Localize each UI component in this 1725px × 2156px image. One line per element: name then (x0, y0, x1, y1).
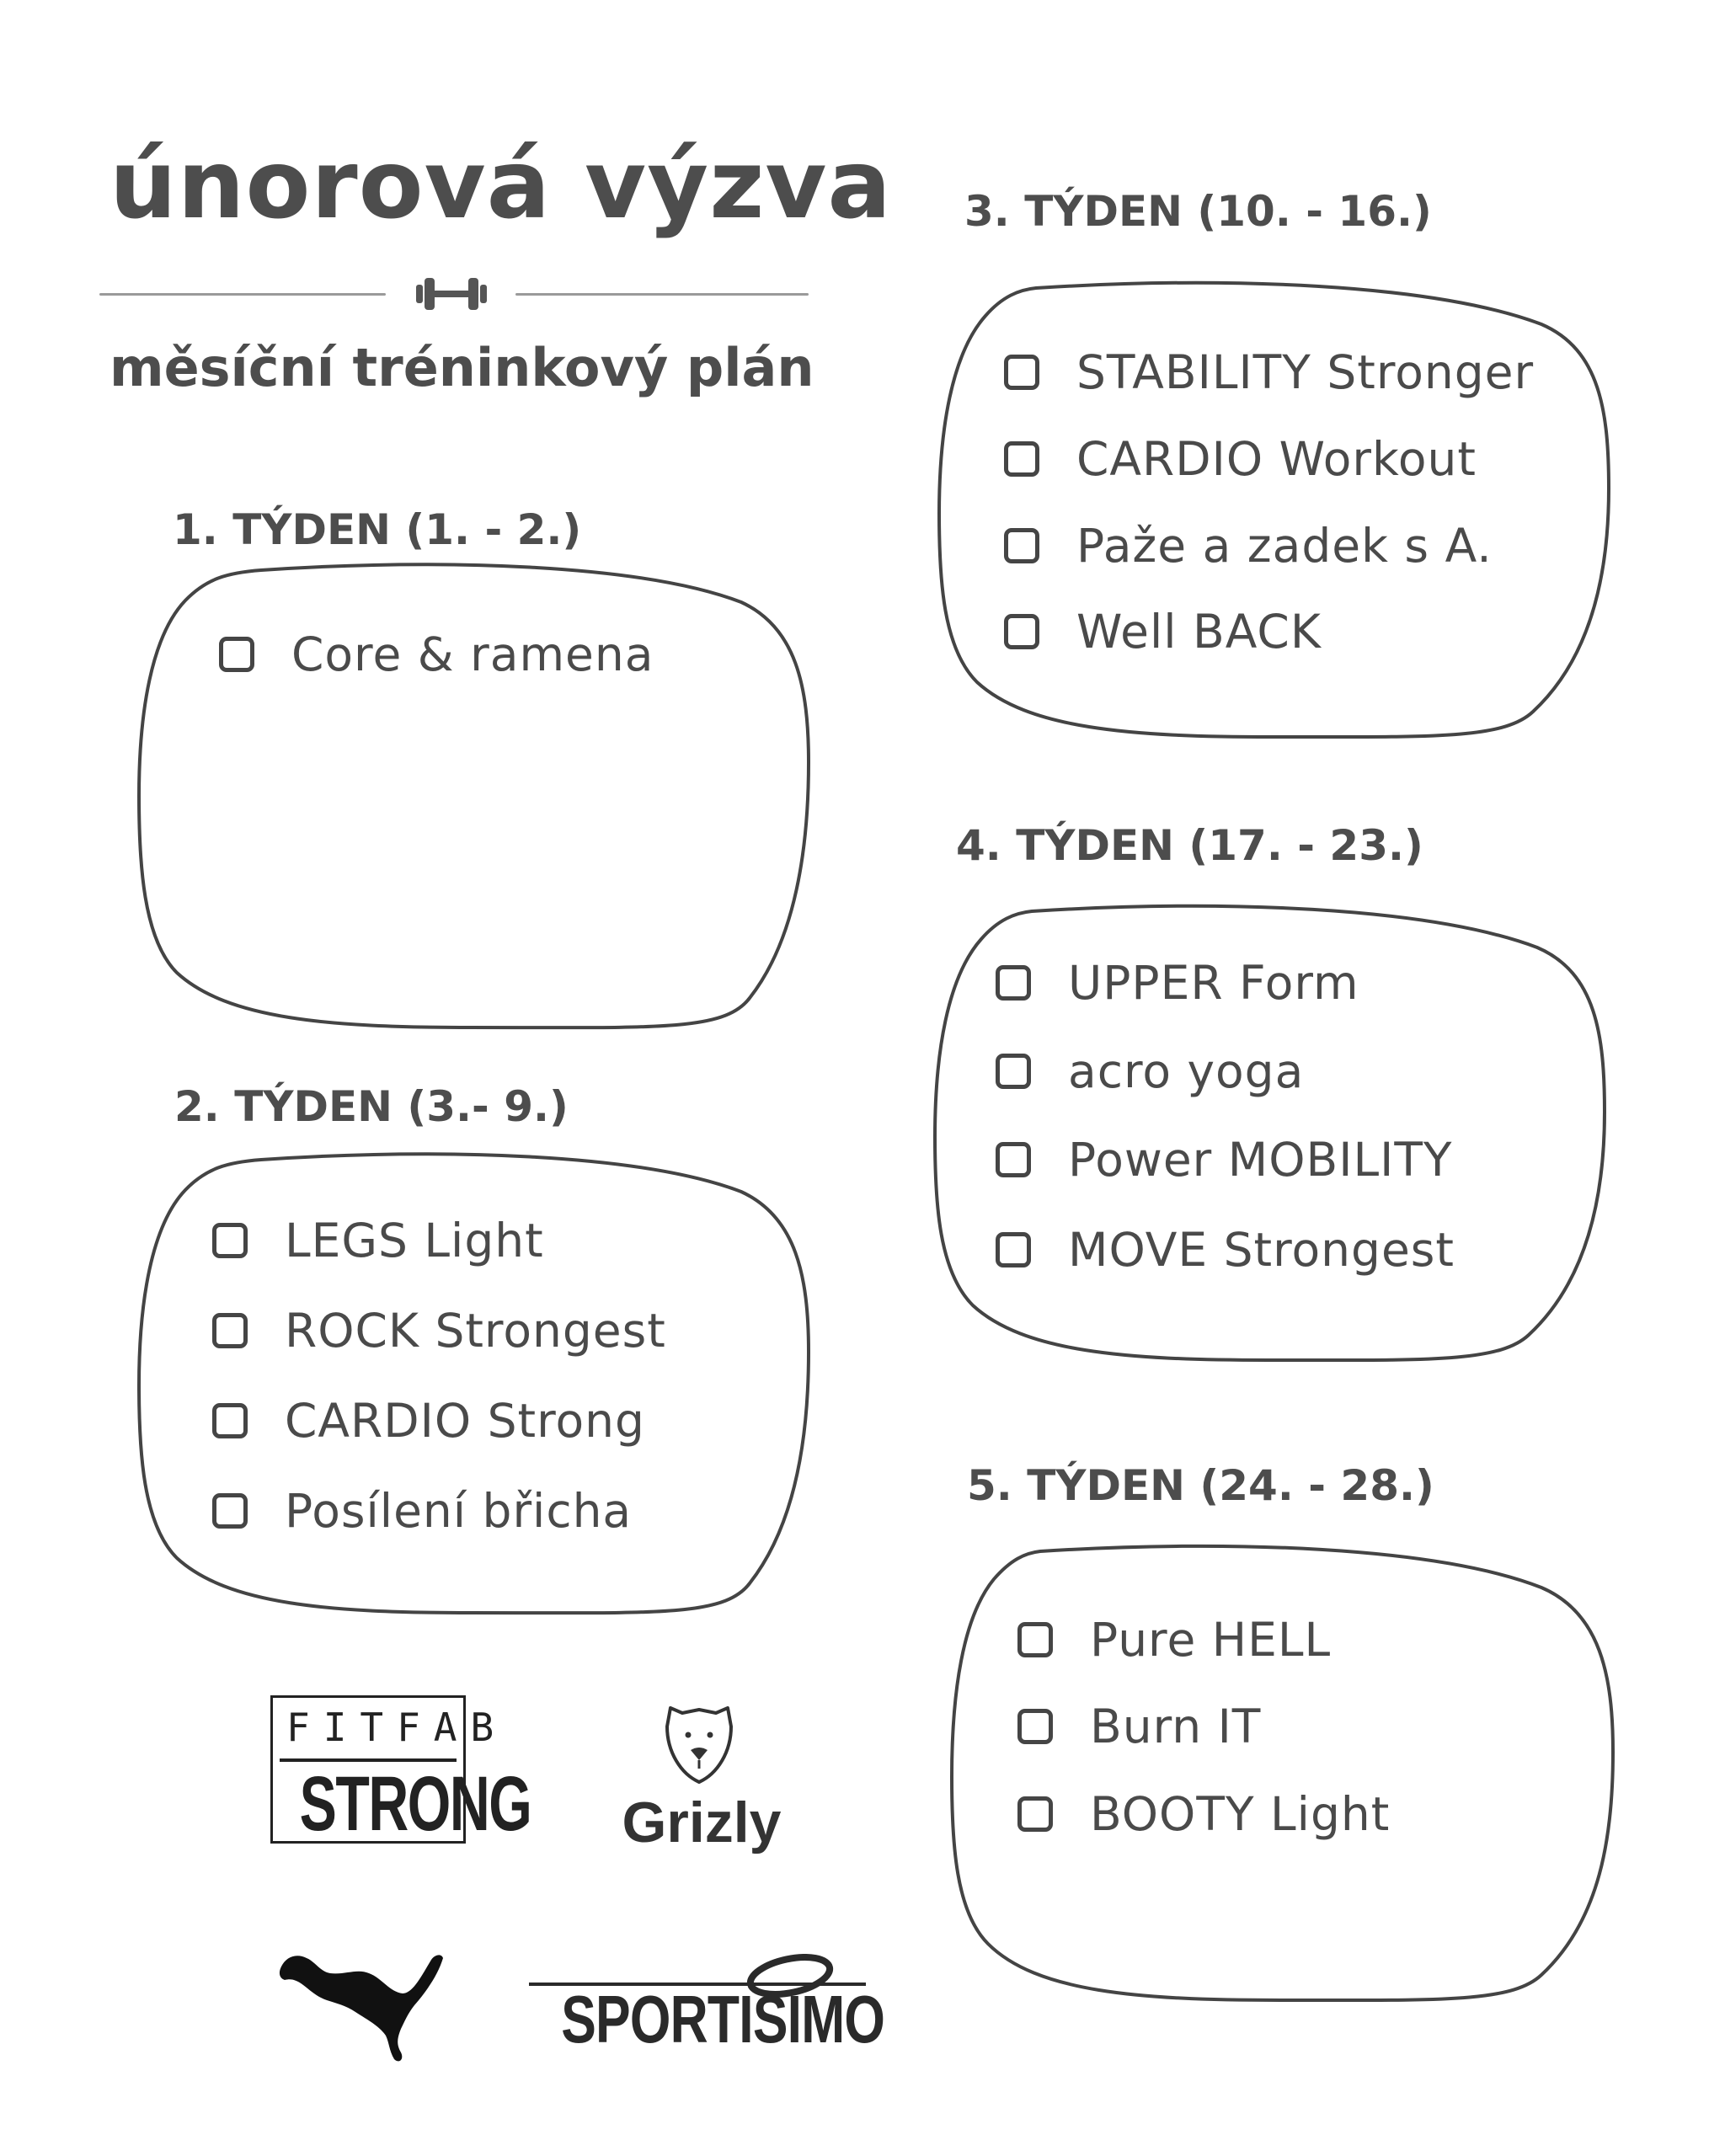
week-1-heading: 1. TÝDEN (1. - 2.) (173, 505, 582, 554)
page-title: únorová výzva (109, 131, 892, 240)
dumbbell-icon (416, 278, 487, 310)
fitfab-logo-bottom-text: STRONG (299, 1761, 532, 1847)
week-5-heading: 5. TÝDEN (24. - 28.) (967, 1461, 1434, 1510)
task-label: MOVE Strongest (1068, 1223, 1455, 1277)
week-4-heading: 4. TÝDEN (17. - 23.) (956, 821, 1423, 870)
task-checkbox[interactable] (1004, 528, 1039, 563)
page-subtitle: měsíční tréninkový plán (109, 337, 814, 398)
task-checkbox[interactable] (212, 1313, 248, 1348)
task-item[interactable]: MOVE Strongest (996, 1223, 1455, 1277)
puma-logo (279, 1955, 443, 2062)
task-label: STABILITY Stronger (1076, 345, 1535, 399)
task-item[interactable]: CARDIO Workout (1004, 432, 1477, 486)
task-label: Power MOBILITY (1068, 1133, 1453, 1187)
task-checkbox[interactable] (212, 1223, 248, 1258)
task-item[interactable]: CARDIO Strong (212, 1394, 645, 1448)
task-label: BOOTY Light (1090, 1787, 1391, 1841)
task-checkbox[interactable] (212, 1493, 248, 1529)
task-checkbox[interactable] (996, 1142, 1031, 1177)
task-checkbox[interactable] (996, 965, 1031, 1001)
grizly-logo-text: Grizly (622, 1790, 782, 1854)
task-label: UPPER Form (1068, 956, 1359, 1010)
fitfab-logo-top-text: FITFAB (286, 1705, 508, 1750)
task-item[interactable]: Posílení břicha (212, 1484, 632, 1538)
task-checkbox[interactable] (1004, 441, 1039, 477)
task-checkbox[interactable] (996, 1054, 1031, 1089)
task-label: Posílení břicha (285, 1484, 633, 1538)
week-3-heading: 3. TÝDEN (10. - 16.) (964, 187, 1432, 236)
task-item[interactable]: Core & ramena (219, 627, 654, 681)
task-checkbox[interactable] (996, 1232, 1031, 1267)
task-item[interactable]: Burn IT (1017, 1700, 1261, 1753)
grizly-bear-icon (665, 1706, 733, 1784)
task-checkbox[interactable] (1017, 1796, 1053, 1832)
task-label: Well BACK (1076, 605, 1322, 659)
task-checkbox[interactable] (1004, 614, 1039, 649)
task-label: acro yoga (1068, 1044, 1305, 1098)
week-5-box (949, 1544, 1616, 2003)
task-label: LEGS Light (285, 1214, 544, 1267)
task-item[interactable]: LEGS Light (212, 1214, 544, 1267)
task-item[interactable]: Pure HELL (1017, 1613, 1331, 1667)
task-checkbox[interactable] (212, 1403, 248, 1438)
task-item[interactable]: UPPER Form (996, 956, 1359, 1010)
task-item[interactable]: acro yoga (996, 1044, 1304, 1098)
task-item[interactable]: Well BACK (1004, 605, 1322, 659)
task-item[interactable]: BOOTY Light (1017, 1787, 1390, 1841)
week-2-heading: 2. TÝDEN (3.- 9.) (174, 1082, 569, 1131)
fitfab-strong-logo: FITFAB STRONG (270, 1695, 532, 1847)
divider-right (515, 293, 809, 296)
task-label: Pure HELL (1090, 1613, 1332, 1667)
task-checkbox[interactable] (219, 637, 254, 672)
task-label: Core & ramena (291, 627, 654, 681)
task-item[interactable]: Paže a zadek s A. (1004, 519, 1493, 573)
task-label: ROCK Strongest (285, 1304, 666, 1358)
task-label: Paže a zadek s A. (1076, 519, 1493, 573)
task-item[interactable]: ROCK Strongest (212, 1304, 666, 1358)
task-label: Burn IT (1090, 1700, 1262, 1753)
divider-left (99, 293, 386, 296)
task-item[interactable]: Power MOBILITY (996, 1133, 1453, 1187)
task-label: CARDIO Workout (1076, 432, 1477, 486)
task-label: CARDIO Strong (285, 1394, 645, 1448)
task-item[interactable]: STABILITY Stronger (1004, 345, 1534, 399)
task-checkbox[interactable] (1017, 1622, 1053, 1657)
task-checkbox[interactable] (1004, 355, 1039, 390)
sportisimo-logo-text: SPORTISIMO (561, 1982, 885, 2057)
task-checkbox[interactable] (1017, 1709, 1053, 1744)
